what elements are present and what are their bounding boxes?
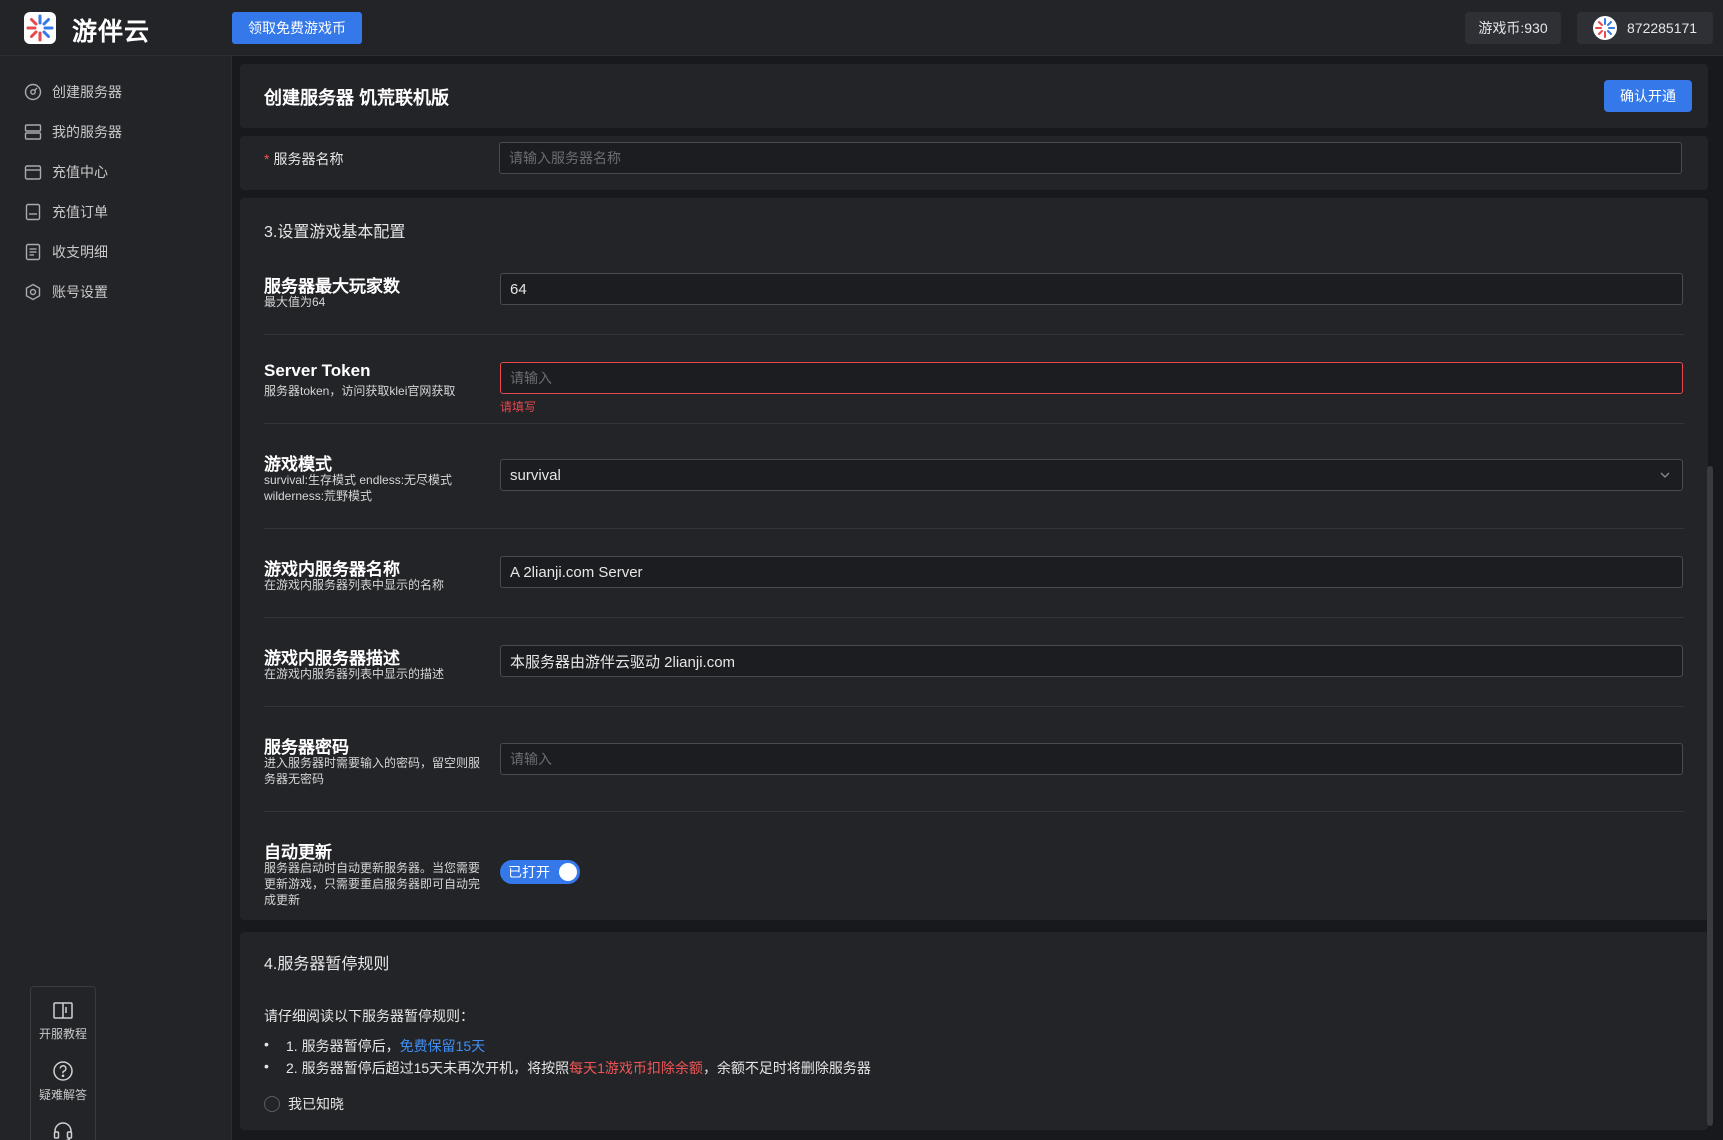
max-players-input[interactable]: 64 <box>500 273 1683 305</box>
tutorial-button[interactable]: 开服教程 <box>31 995 95 1047</box>
server-token-title: Server Token <box>264 361 371 380</box>
wallet-icon <box>24 165 42 180</box>
server-password-input[interactable]: 请输入 <box>500 743 1683 775</box>
rules-intro: 请仔细阅读以下服务器暂停规则： <box>264 1008 474 1024</box>
scrollbar-thumb[interactable] <box>1707 466 1713 1126</box>
sidebar-item-account-settings[interactable]: 账号设置 <box>24 280 108 304</box>
order-icon <box>25 203 41 221</box>
bullet: • <box>264 1036 269 1052</box>
help-panel: 开服教程 疑难解答 客服 <box>30 986 96 1140</box>
server-name-label-text: 服务器名称 <box>273 151 344 167</box>
scrollbar[interactable] <box>1707 136 1713 1130</box>
chevron-down-icon <box>1660 472 1670 478</box>
headset-icon <box>53 1121 73 1140</box>
settings-icon <box>25 283 41 301</box>
top-bar: 游伴云 领取免费游戏币 游戏币:930 872285171 <box>0 0 1723 56</box>
brand-name: 游伴云 <box>72 18 151 46</box>
sidebar-item-label: 我的服务器 <box>52 124 122 140</box>
sidebar-item-label: 创建服务器 <box>52 84 122 100</box>
page-title: 创建服务器 饥荒联机版 <box>264 88 449 108</box>
toggle-label: 已打开 <box>508 864 550 880</box>
claim-free-coins-button[interactable]: 领取免费游戏币 <box>232 12 362 44</box>
auto-update-desc: 服务器启动时自动更新服务器。当您需要更新游戏，只需要重启服务器即可自动完成更新 <box>264 861 481 907</box>
user-menu[interactable]: 872285171 <box>1577 12 1713 44</box>
ingame-desc-desc: 在游戏内服务器列表中显示的描述 <box>264 667 445 681</box>
toggle-knob <box>559 863 577 881</box>
ingame-name-desc: 在游戏内服务器列表中显示的名称 <box>264 578 445 592</box>
create-server-icon <box>24 83 42 101</box>
server-password-desc: 进入服务器时需要输入的密码，留空则服务器无密码 <box>264 756 481 786</box>
max-players-desc: 最大值为64 <box>264 295 326 309</box>
sidebar-item-label: 充值订单 <box>52 204 108 220</box>
divider <box>264 423 1684 424</box>
game-mode-value: survival <box>510 466 561 484</box>
server-token-error: 请填写 <box>500 400 537 414</box>
section-title: 4.服务器暂停规则 <box>264 956 390 973</box>
rule-item: • 1. 服务器暂停后，免费保留15天 <box>264 1036 485 1056</box>
ingame-name-input[interactable]: A 2lianji.com Server <box>500 556 1683 588</box>
rule-text: 2. 服务器暂停后超过15天未再次开机，将按照每天1游戏币扣除余额，余额不足时将… <box>286 1060 871 1076</box>
auto-update-toggle[interactable]: 已打开 <box>500 860 580 884</box>
logo-icon <box>24 12 56 44</box>
server-name-section: * 服务器名称 请输入服务器名称 <box>240 136 1708 190</box>
sidebar-item-label: 充值中心 <box>52 164 108 180</box>
rule-highlight: 每天1游戏币扣除余额 <box>569 1060 703 1076</box>
question-icon <box>53 1060 73 1081</box>
server-token-input[interactable]: 请输入 <box>500 362 1683 394</box>
sidebar: 创建服务器 我的服务器 充值中心 充值订单 收支明细 账号设置 开服教程 疑难解… <box>0 56 232 1140</box>
divider <box>264 617 1684 618</box>
helper-label: 开服教程 <box>38 1026 87 1041</box>
sidebar-item-recharge-center[interactable]: 充值中心 <box>24 160 108 184</box>
server-name-label: * 服务器名称 <box>264 149 343 169</box>
game-mode-desc-1: survival:生存模式 endless:无尽模式 <box>264 473 453 487</box>
sidebar-item-label: 账号设置 <box>52 284 108 300</box>
rule-text: 1. 服务器暂停后，免费保留15天 <box>286 1038 486 1054</box>
customer-service-button[interactable]: 客服 <box>31 1115 95 1140</box>
user-id: 872285171 <box>1627 20 1698 36</box>
divider <box>264 706 1684 707</box>
server-list-icon <box>24 124 42 140</box>
section-title: 3.设置游戏基本配置 <box>264 224 406 241</box>
required-mark: * <box>264 151 270 167</box>
avatar <box>1593 16 1617 40</box>
bullet: • <box>264 1058 269 1074</box>
ingame-desc-input[interactable]: 本服务器由游伴云驱动 2lianji.com <box>500 645 1683 677</box>
sidebar-item-recharge-orders[interactable]: 充值订单 <box>24 200 108 224</box>
confirm-open-button[interactable]: 确认开通 <box>1604 80 1692 112</box>
divider <box>264 334 1684 335</box>
server-name-input[interactable]: 请输入服务器名称 <box>499 142 1682 174</box>
faq-button[interactable]: 疑难解答 <box>31 1055 95 1107</box>
game-mode-desc-2: wilderness:荒野模式 <box>264 489 373 503</box>
sidebar-item-create-server[interactable]: 创建服务器 <box>24 80 122 104</box>
game-mode-select[interactable]: survival <box>500 459 1683 491</box>
rule-highlight: 免费保留15天 <box>399 1038 486 1054</box>
sidebar-item-label: 收支明细 <box>52 244 108 260</box>
sidebar-item-transactions[interactable]: 收支明细 <box>24 240 108 264</box>
checkbox-circle[interactable] <box>264 1096 280 1112</box>
coin-balance[interactable]: 游戏币:930 <box>1465 12 1561 44</box>
divider <box>264 528 1684 529</box>
acknowledge-checkbox[interactable]: 我已知晓 <box>264 1094 344 1114</box>
helper-label: 疑难解答 <box>38 1087 87 1102</box>
pause-rules-section: 4.服务器暂停规则 请仔细阅读以下服务器暂停规则： • 1. 服务器暂停后，免费… <box>240 932 1708 1130</box>
book-icon <box>53 1001 73 1019</box>
rule-item: • 2. 服务器暂停后超过15天未再次开机，将按照每天1游戏币扣除余额，余额不足… <box>264 1058 871 1078</box>
page-header: 创建服务器 饥荒联机版 确认开通 <box>240 64 1708 128</box>
divider <box>264 811 1684 812</box>
server-token-desc: 服务器token，访问获取klei官网获取 <box>264 384 456 398</box>
game-config-section: 3.设置游戏基本配置 服务器最大玩家数 最大值为64 64 Server Tok… <box>240 198 1708 920</box>
acknowledge-label: 我已知晓 <box>288 1096 344 1112</box>
sidebar-item-my-servers[interactable]: 我的服务器 <box>24 120 122 144</box>
ledger-icon <box>25 243 41 261</box>
